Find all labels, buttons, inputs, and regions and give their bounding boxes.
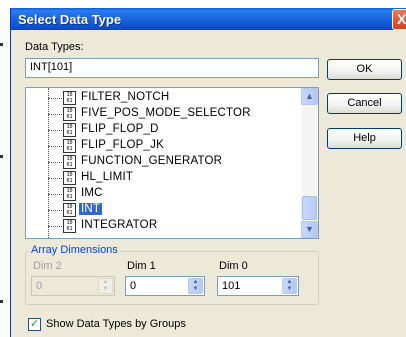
data-type-input[interactable]: INT[101] [25, 58, 319, 78]
tree-branch [48, 146, 62, 147]
spinner-arrows-icon[interactable]: ▲ ▼ [188, 278, 203, 294]
array-dimensions-title: Array Dimensions [29, 244, 120, 256]
list-item-label: INTEGRATOR [81, 219, 158, 231]
list-item-label: IMC [81, 187, 103, 199]
data-types-list[interactable]: 10 01 FILTER_NOTCH 10 01 FIVE_POS_MODE_SELECT… [25, 87, 319, 239]
data-type-icon: 10 01 [63, 107, 76, 121]
list-item[interactable]: 10 01 FLIP_FLOP_JK [26, 138, 300, 154]
tree-branch [48, 162, 62, 163]
data-type-icon: 10 01 [63, 219, 76, 233]
list-item-label: FLIP_FLOP_D [81, 123, 159, 135]
edge-mark [0, 155, 3, 158]
dim0-label: Dim 0 [219, 260, 248, 272]
dim1-label: Dim 1 [127, 260, 156, 272]
dim1-spinner[interactable]: 0 ▲ ▼ [125, 276, 205, 296]
list-item-label: FILTER_NOTCH [81, 91, 170, 103]
help-button[interactable]: Help [327, 128, 402, 149]
list-item[interactable]: 10 01 IMC [26, 186, 300, 202]
data-type-icon: 10 01 [63, 139, 76, 153]
data-type-icon: 10 01 [63, 91, 76, 105]
spinner-arrows-icon[interactable]: ▲ ▼ [282, 278, 297, 294]
list-item[interactable]: 10 01 FILTER_NOTCH [26, 90, 300, 106]
data-type-icon: 10 01 [63, 155, 76, 169]
list-item-label: FUNCTION_GENERATOR [81, 155, 223, 167]
edge-mark [0, 300, 3, 303]
list-item-label: FIVE_POS_MODE_SELECTOR [81, 107, 251, 119]
cancel-button[interactable]: Cancel [327, 93, 402, 114]
list-item-label: FLIP_FLOP_JK [81, 139, 164, 151]
scroll-down-button[interactable]: ▼ [301, 221, 318, 238]
tree-branch [48, 210, 62, 211]
ok-button[interactable]: OK [327, 59, 402, 80]
list-item[interactable]: 10 01 INTEGRATOR [26, 218, 300, 234]
data-types-label: Data Types: [25, 41, 84, 53]
list-item[interactable]: 10 01 FUNCTION_GENERATOR [26, 154, 300, 170]
select-data-type-dialog: Select Data Type X Data Types: INT[101] … [10, 8, 406, 337]
spinner-arrows-icon: ▲ ▼ [98, 278, 113, 294]
edge-mark [0, 43, 3, 46]
show-groups-checkbox[interactable]: ✓ [28, 318, 41, 331]
tree-branch [48, 226, 62, 227]
dim2-value: 0 [36, 280, 43, 292]
list-item[interactable]: 10 01 INT [26, 202, 300, 218]
title-bar: Select Data Type X [11, 8, 406, 30]
chevron-up-icon: ▲ [305, 91, 314, 101]
tree-branch [48, 114, 62, 115]
list-item-label: INT [79, 203, 103, 215]
tree-branch [48, 178, 62, 179]
list-scrollbar[interactable]: ▲ ▼ [301, 88, 318, 238]
dim0-value[interactable]: 101 [222, 280, 240, 292]
dialog-title: Select Data Type [18, 12, 122, 27]
data-type-icon: 10 01 [63, 187, 76, 201]
close-icon: X [397, 11, 406, 27]
dim2-label: Dim 2 [33, 260, 62, 272]
chevron-down-icon: ▼ [305, 224, 314, 234]
tree-branch [48, 130, 62, 131]
tree-branch [48, 98, 62, 99]
scroll-up-button[interactable]: ▲ [301, 88, 318, 105]
show-groups-label[interactable]: Show Data Types by Groups [46, 318, 186, 330]
data-type-icon: 10 01 [63, 171, 76, 185]
dim2-spinner: 0 ▲ ▼ [31, 276, 115, 296]
dim1-value[interactable]: 0 [130, 280, 136, 292]
checkmark-icon: ✓ [29, 318, 40, 330]
data-type-icon: 10 01 [63, 203, 76, 217]
dim0-spinner[interactable]: 101 ▲ ▼ [217, 276, 299, 296]
scroll-thumb[interactable] [302, 196, 317, 220]
close-button[interactable]: X [392, 9, 406, 30]
list-item[interactable]: 10 01 HL_LIMIT [26, 170, 300, 186]
data-type-icon: 10 01 [63, 123, 76, 137]
tree-branch [48, 194, 62, 195]
list-item[interactable]: 10 01 FIVE_POS_MODE_SELECTOR [26, 106, 300, 122]
list-item-label: HL_LIMIT [81, 171, 134, 183]
list-item[interactable]: 10 01 FLIP_FLOP_D [26, 122, 300, 138]
